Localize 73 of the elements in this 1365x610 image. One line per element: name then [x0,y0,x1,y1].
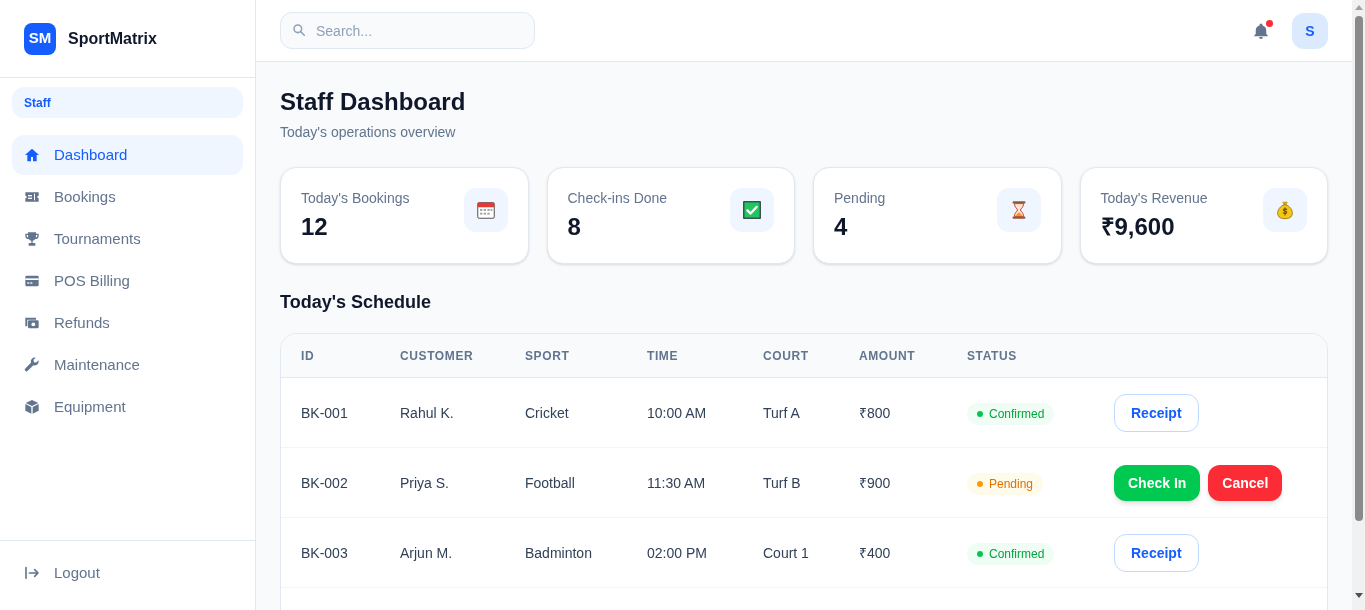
bell-icon[interactable] [1252,21,1270,40]
status-label: Confirmed [989,406,1045,422]
wrench-icon [24,357,40,373]
column-header: AMOUNT [858,347,917,364]
table-cell-text: 10:00 AM [646,403,708,423]
table-cell-text: Badminton [524,543,593,563]
column-header: COURT [762,347,810,364]
app-name: SportMatrix [68,28,157,49]
section-title: Today's Schedule [280,291,432,314]
table-cell-text: Arjun M. [399,543,454,563]
column-header: CUSTOMER [399,347,475,364]
table-cell-text: ₹800 [858,403,892,423]
logo-badge[interactable]: SM [24,22,56,55]
ticket-icon [24,189,40,205]
column-header: ID [300,347,316,364]
table-cell-text: BK-003 [300,543,349,563]
table-cell-text: Turf A [762,403,801,423]
action-button[interactable]: Cancel [1208,464,1283,501]
table-cell-text: BK-001 [300,403,349,423]
home-icon [24,147,40,163]
stat-label: Today's Revenue [1100,189,1208,208]
nav-item[interactable]: POS Billing [12,261,243,301]
table-cell-text: BK-002 [300,473,349,493]
logout-icon [24,565,40,581]
table-cell-text: Cricket [524,403,570,423]
table-cell-text: Turf B [762,473,802,493]
stat-value: ₹9,600 [1100,212,1176,242]
stat-value: 4 [834,212,849,242]
nav-item[interactable]: Bookings [12,177,243,217]
status-label: Pending [989,476,1034,492]
table-cell-text: ₹900 [858,473,892,493]
calendar-icon [463,188,508,232]
stat-value: 12 [301,212,329,242]
page-title: Staff Dashboard [280,87,467,117]
table-cell-text: ₹400 [858,543,892,563]
action-button[interactable]: Receipt [1114,393,1199,432]
table-cell-text: 02:00 PM [646,543,708,563]
role-badge: Staff [12,87,243,118]
logout-button[interactable]: Logout [12,553,243,593]
stat-label: Pending [834,189,886,208]
scroll-down-icon[interactable] [1354,593,1363,598]
table-cell-text: Football [524,473,576,493]
scrollbar[interactable] [1352,0,1365,610]
action-button[interactable]: Receipt [1114,533,1199,572]
nav-item[interactable]: Maintenance [12,345,243,385]
table-cell-text: Rahul K. [399,403,455,423]
table-cell-text: 11:30 AM [646,473,707,493]
scroll-up-icon[interactable] [1354,5,1363,10]
table-cell-text: Priya S. [399,473,450,493]
trophy-icon [24,231,40,247]
page-subtitle: Today's operations overview [280,123,457,142]
search-icon [292,23,306,37]
nav-item[interactable]: Refunds [12,303,243,343]
hourglass-icon [996,188,1041,232]
money-bag-icon [1263,188,1307,232]
column-header: STATUS [966,347,1018,364]
table-cell-text: Court 1 [762,543,810,563]
status-label: Confirmed [989,546,1045,562]
credit-card-icon [24,273,40,289]
checkbox-icon [730,188,774,232]
stat-label: Check-ins Done [567,189,668,208]
column-header: TIME [646,347,680,364]
search-field[interactable]: Search... [280,12,535,49]
cash-stack-icon [24,315,40,331]
column-header: SPORT [524,347,571,364]
nav-item[interactable]: Dashboard [12,135,243,175]
nav-item[interactable]: Tournaments [12,219,243,259]
nav-item[interactable]: Equipment [12,387,243,427]
user-avatar[interactable]: S [1292,12,1328,49]
scrollbar-thumb[interactable] [1354,16,1363,521]
stat-label: Today's Bookings [301,189,410,208]
cube-icon [24,399,40,415]
stat-value: 8 [567,212,582,242]
